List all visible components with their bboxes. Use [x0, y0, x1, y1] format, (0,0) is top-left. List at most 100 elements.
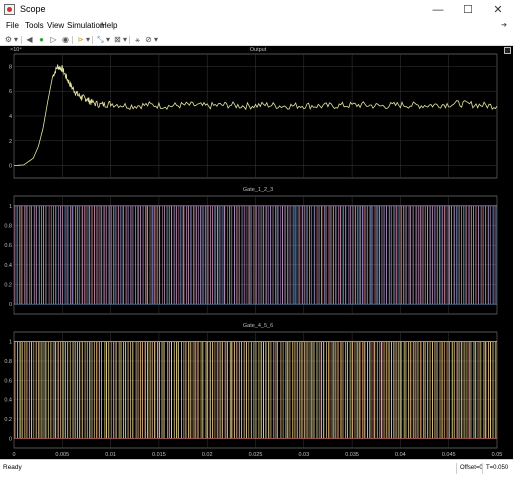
gate-pulse [94, 205, 95, 305]
gate-pulse [401, 205, 402, 305]
gate-pulse [340, 341, 342, 439]
menu-overflow-icon[interactable]: ➔ [501, 21, 507, 29]
gate-pulse [152, 205, 153, 305]
x-tick-label: 0.045 [442, 452, 456, 458]
plot-title-output: Output [249, 47, 267, 53]
gate-pulse [473, 205, 474, 305]
gate-pulse [173, 205, 175, 305]
gate-pulse [379, 205, 380, 305]
offset-readout: Offset=0 [456, 463, 483, 474]
gate-pulse [490, 341, 492, 439]
gate-pulse [442, 341, 443, 439]
gear-dropdown-icon[interactable]: ▾ [13, 35, 19, 45]
run-icon[interactable]: ● [36, 35, 47, 45]
gate-pulse [371, 205, 373, 305]
menu-help[interactable]: Help [101, 21, 117, 30]
gate-pulse [212, 205, 214, 305]
gate-pulse [364, 341, 365, 439]
gate-pulse [367, 341, 368, 439]
y-tick-label: 0.6 [4, 243, 12, 249]
y-tick-label: 0 [9, 436, 12, 442]
gate-pulse [91, 205, 93, 305]
gate-pulse [362, 205, 363, 305]
triggers-icon[interactable]: ⚹ [132, 35, 143, 45]
menu-simulation[interactable]: Simulation [67, 21, 104, 30]
gate-pulse [262, 205, 264, 305]
gate-pulse [265, 205, 267, 305]
gate-pulse [147, 205, 148, 305]
minimize-button[interactable]: — [423, 0, 453, 20]
gate-pulse [125, 341, 127, 439]
y-tick-label: 0 [9, 302, 12, 308]
x-tick-label: 0.015 [152, 452, 166, 458]
y-tick-label: 0.6 [4, 378, 12, 384]
gate-pulse [67, 205, 69, 305]
stop-icon[interactable]: ◉ [60, 35, 71, 45]
gate-pulse [386, 205, 387, 305]
step-forward-icon[interactable]: ▷ [48, 35, 59, 45]
gate-pulse [330, 205, 332, 305]
gate-pulse [282, 205, 283, 305]
gate-pulse [338, 205, 339, 305]
gate-pulse [390, 341, 392, 439]
gate-pulse [291, 205, 293, 305]
gate-pulse [403, 205, 404, 305]
gate-pulse [335, 205, 337, 305]
gate-pulse [210, 341, 211, 439]
gate-pulse [340, 205, 342, 305]
time-readout: T=0.050 [482, 463, 508, 474]
step-back-icon[interactable]: ◀ [24, 35, 35, 45]
gate-pulse [41, 205, 42, 305]
y-tick-label: 0.4 [4, 263, 12, 269]
gate-pulse [137, 205, 138, 305]
gate-pulse [202, 205, 204, 305]
gate-pulse [313, 205, 315, 305]
gate-pulse [115, 205, 117, 305]
y-exponent-label: ×10⁴ [10, 47, 22, 53]
gate-pulse [154, 205, 156, 305]
menu-tools[interactable]: Tools [25, 21, 44, 30]
menu-file[interactable]: File [6, 21, 19, 30]
gate-pulse [261, 341, 262, 439]
maximize-button[interactable]: ☐ [453, 0, 483, 20]
gate-pulse [400, 341, 402, 439]
gate-pulse [485, 205, 487, 305]
measure-dropdown-icon[interactable]: ▾ [153, 35, 159, 45]
gate-pulse [308, 341, 310, 439]
y-tick-label: 0.2 [4, 283, 12, 289]
gate-pulse [425, 341, 426, 439]
gate-pulse [163, 341, 165, 439]
y-tick-label: 6 [9, 89, 12, 95]
gate-pulse [200, 205, 202, 305]
gate-pulse [332, 341, 334, 439]
gate-pulse [50, 341, 52, 439]
gate-pulse [171, 341, 172, 439]
gate-pulse [36, 205, 37, 305]
gate-pulse [328, 341, 329, 439]
highlight-dropdown-icon[interactable]: ▾ [85, 35, 91, 45]
undock-icon[interactable] [504, 47, 511, 54]
axes-scale-dropdown-icon[interactable]: ▾ [122, 35, 128, 45]
x-tick-label: 0.05 [492, 452, 503, 458]
toolbar-separator [92, 36, 93, 44]
gate-pulse [215, 205, 216, 305]
gate-pulse [275, 205, 276, 305]
gate-pulse [195, 205, 197, 305]
gate-pulse [475, 341, 477, 439]
close-button[interactable]: ✕ [483, 0, 513, 20]
gate-pulse [156, 341, 158, 439]
menu-view[interactable]: View [47, 21, 64, 30]
y-tick-label: 1 [9, 204, 12, 210]
gate-pulse [159, 205, 160, 305]
gate-pulse [159, 341, 160, 439]
gate-pulse [349, 341, 351, 439]
gate-pulse [465, 205, 467, 305]
title-bar: Scope — ☐ ✕ [0, 0, 513, 20]
gate-pulse [103, 205, 105, 305]
y-tick-label: 0 [9, 164, 12, 170]
gate-pulse [176, 341, 177, 439]
gate-pulse [437, 205, 438, 305]
gate-pulse [296, 205, 298, 305]
gate-pulse [458, 341, 460, 439]
zoom-dropdown-icon[interactable]: ▾ [105, 35, 111, 45]
